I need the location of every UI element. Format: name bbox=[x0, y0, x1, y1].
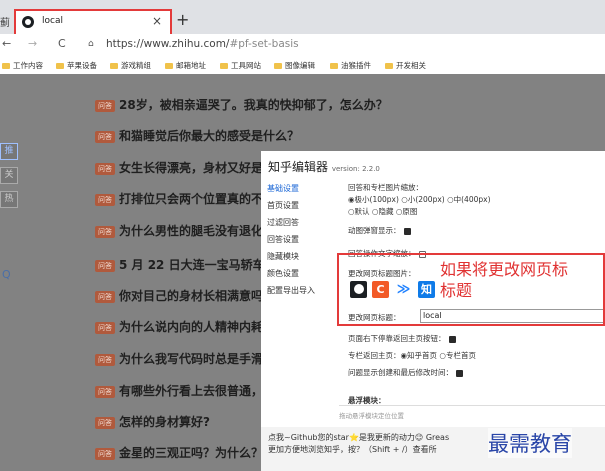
bookmark-folder[interactable]: 邮箱地址 bbox=[165, 60, 206, 71]
time-display-checkbox[interactable] bbox=[456, 369, 463, 377]
github-favicon-icon bbox=[22, 16, 34, 28]
answer-badge: 问答 bbox=[95, 99, 115, 112]
image-size-options[interactable]: ◉极小(100px) ○小(200px) ○中(400px) bbox=[348, 194, 491, 205]
forward-arrow-icon[interactable]: → bbox=[28, 37, 37, 50]
question-item[interactable]: 问答 和猫睡觉后你最大的感受是什么？ bbox=[95, 127, 299, 144]
column-back-row: 专栏返回主页：◉知乎首页 ○专栏首页 bbox=[348, 351, 476, 360]
editor-title: 知乎编辑器 version: 2.2.0 bbox=[268, 160, 380, 174]
nav-config-export[interactable]: 配置导出导入 bbox=[267, 285, 315, 296]
footer-line-1[interactable]: 点我~Github您的star⭐是我更新的动力😉 Greas bbox=[268, 432, 449, 443]
browser-tab-active[interactable]: local × bbox=[14, 9, 172, 34]
answer-badge: 问答 bbox=[95, 416, 115, 429]
question-item[interactable]: 问答 金星的三观正吗？为什么？ bbox=[95, 444, 263, 461]
question-item[interactable]: 问答 为什么我写代码时总是手滑打 bbox=[95, 350, 275, 367]
sidebar-tab-recommend[interactable]: 推 bbox=[0, 143, 18, 160]
sidebar-tab-hot[interactable]: 热 bbox=[0, 191, 18, 208]
answer-badge: 问答 bbox=[95, 130, 115, 143]
folder-icon bbox=[2, 63, 10, 69]
nav-home-settings[interactable]: 首页设置 bbox=[267, 200, 299, 211]
time-display-row: 问题显示创建和最后修改时间： bbox=[348, 367, 463, 378]
nav-hide-modules[interactable]: 隐藏模块 bbox=[267, 251, 299, 262]
question-item[interactable]: 问答 女生长得漂亮，身材又好是怎 bbox=[95, 159, 275, 176]
bookmark-folder[interactable]: 苹果设备 bbox=[56, 60, 97, 71]
nav-answer-settings[interactable]: 回答设置 bbox=[267, 234, 299, 245]
image-size-label: 回答和专栏图片缩放： bbox=[348, 183, 423, 192]
question-item[interactable]: 问答 有哪些外行看上去很普通，但 bbox=[95, 382, 275, 399]
tab-title: local bbox=[42, 16, 63, 26]
url-host: https://www.zhihu.com/ bbox=[106, 38, 230, 50]
search-icon[interactable]: Q bbox=[2, 268, 11, 281]
bookmarks-bar: 工作内容 苹果设备 游戏精组 邮箱地址 工具网站 图像编辑 油猴插件 开发相关 bbox=[0, 56, 605, 75]
folder-icon bbox=[385, 63, 393, 69]
folder-icon bbox=[220, 63, 228, 69]
answer-badge: 问答 bbox=[95, 321, 115, 334]
bookmark-folder[interactable]: 图像编辑 bbox=[274, 60, 315, 71]
answer-badge: 问答 bbox=[95, 385, 115, 398]
back-arrow-icon[interactable]: ← bbox=[2, 37, 11, 50]
bookmark-folder[interactable]: 油猴插件 bbox=[330, 60, 371, 71]
page-info-icon[interactable]: ⌂ bbox=[88, 39, 94, 49]
editor-version: version: 2.2.0 bbox=[331, 165, 380, 173]
answer-badge: 问答 bbox=[95, 162, 115, 175]
nav-filter-answers[interactable]: 过滤回答 bbox=[267, 217, 299, 228]
reload-icon[interactable]: C bbox=[58, 37, 66, 50]
watermark: 最需教育 bbox=[488, 428, 572, 458]
answer-badge: 问答 bbox=[95, 259, 115, 272]
answer-badge: 问答 bbox=[95, 447, 115, 460]
sidebar-tab-follow[interactable]: 关 bbox=[0, 167, 18, 184]
address-bar: ← → C ⌂ https://www.zhihu.com/#pf-set-ba… bbox=[0, 34, 605, 56]
column-back-options[interactable]: ◉知乎首页 ○专栏首页 bbox=[401, 351, 476, 360]
folder-icon bbox=[165, 63, 173, 69]
bookmark-folder[interactable]: 工具网站 bbox=[220, 60, 261, 71]
anim-popup-row: 动图弹窗显示： bbox=[348, 225, 411, 236]
folder-icon bbox=[274, 63, 282, 69]
answer-badge: 问答 bbox=[95, 353, 115, 366]
question-item[interactable]: 问答 打排位只会两个位置真的不该 bbox=[95, 190, 275, 207]
question-item[interactable]: 问答 为什么男性的腿毛没有退化掉 bbox=[95, 222, 275, 239]
question-item[interactable]: 问答 5 月 22 日大连一宝马轿车撞 bbox=[95, 256, 277, 273]
url-field[interactable]: https://www.zhihu.com/#pf-set-basis bbox=[106, 38, 299, 50]
folder-icon bbox=[110, 63, 118, 69]
folder-icon bbox=[56, 63, 64, 69]
float-module-hint: 拖动悬浮模块定位位置 bbox=[339, 412, 404, 420]
tab-close-icon[interactable]: × bbox=[152, 14, 162, 28]
annotation-text: 如果将更改网页标 标题 bbox=[440, 260, 569, 300]
nav-color-settings[interactable]: 颜色设置 bbox=[267, 268, 299, 279]
bookmark-folder[interactable]: 开发相关 bbox=[385, 60, 426, 71]
question-item[interactable]: 问答 28岁，被相亲逼哭了。我真的快抑郁了，怎么办？ bbox=[95, 96, 388, 113]
url-fragment: #pf-set-basis bbox=[229, 38, 299, 50]
bookmark-folder[interactable]: 工作内容 bbox=[2, 60, 43, 71]
back-top-row: 页面右下停靠返回主页按钮： bbox=[348, 333, 456, 344]
answer-badge: 问答 bbox=[95, 225, 115, 238]
back-top-checkbox[interactable] bbox=[448, 335, 456, 343]
answer-badge: 问答 bbox=[95, 290, 115, 303]
folder-icon bbox=[330, 63, 338, 69]
bookmark-folder[interactable]: 游戏精组 bbox=[110, 60, 151, 71]
question-item[interactable]: 问答 为什么说内向的人精神内耗很 bbox=[95, 318, 275, 335]
left-cut-text: 蓟 bbox=[0, 18, 10, 29]
image-size-options-2[interactable]: ○默认 ○隐藏 ○原图 bbox=[348, 206, 417, 217]
new-tab-button[interactable]: + bbox=[176, 10, 189, 29]
divider bbox=[339, 405, 605, 406]
question-item[interactable]: 问答 怎样的身材算好? bbox=[95, 413, 210, 430]
nav-basic-settings[interactable]: 基础设置 bbox=[267, 183, 299, 194]
footer-line-2: 更加方便地浏览知乎，按？（Shift + /）查看所 bbox=[268, 445, 437, 454]
anim-popup-checkbox[interactable] bbox=[403, 227, 411, 235]
question-item[interactable]: 问答 你对目己的身材长相满意吗？ bbox=[95, 287, 275, 304]
answer-badge: 问答 bbox=[95, 193, 115, 206]
